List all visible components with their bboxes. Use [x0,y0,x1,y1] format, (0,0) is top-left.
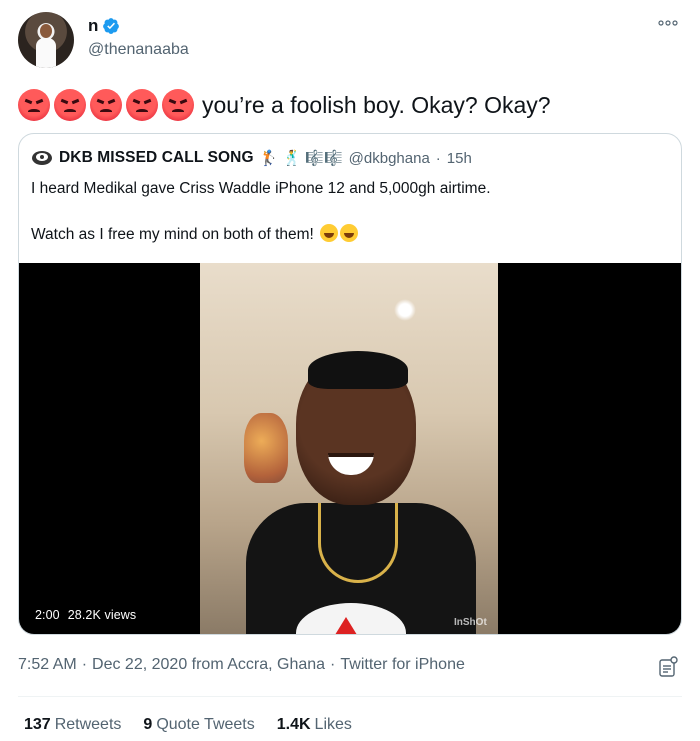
analytics-icon[interactable] [657,656,679,678]
meta-separator: · [330,656,336,673]
retweets-stat[interactable]: 137 Retweets [24,716,121,734]
author-name-row: n [88,16,120,36]
angry-face-icon [54,89,86,121]
quoted-display-name[interactable]: DKB MISSED CALL SONG [59,149,254,167]
gold-chain [318,503,398,583]
retweets-count: 137 [24,716,51,733]
quoted-tweet-card[interactable]: DKB MISSED CALL SONG 🏌 🕺 🎼🎼 @dkbghana · … [18,133,682,635]
quoted-avatar-icon[interactable] [31,149,53,167]
quoted-text-line2: Watch as I free my mind on both of them! [31,226,314,243]
quoted-tweet-header: DKB MISSED CALL SONG 🏌 🕺 🎼🎼 @dkbghana · … [31,149,472,167]
video-player[interactable]: InShOt 2:00 28.2K views [19,263,681,634]
quoted-tweet-body: I heard Medikal gave Criss Waddle iPhone… [31,178,671,270]
author-display-name[interactable]: n [88,16,98,36]
tweet-date-location[interactable]: Dec 22, 2020 from Accra, Ghana [92,656,325,674]
angry-face-icon [18,89,50,121]
angry-face-icon [90,89,122,121]
tweet-source[interactable]: Twitter for iPhone [340,656,465,674]
video-meta: 2:00 28.2K views [35,608,136,622]
likes-label: Likes [314,716,352,733]
quoted-text-line1: I heard Medikal gave Criss Waddle iPhone… [31,180,491,197]
quoted-separator: · [435,149,441,167]
video-duration: 2:00 [35,608,60,622]
angry-face-icon [126,89,158,121]
video-views: 28.2K views [67,608,137,622]
tweet-text: you’re a foolish boy. Okay? Okay? [202,91,551,118]
video-watermark: InShOt [454,617,487,628]
tweet-metadata: 7:52 AM · Dec 22, 2020 from Accra, Ghana… [18,656,465,674]
meta-separator: · [81,656,88,673]
angry-face-icon [162,89,194,121]
quoted-text-line2-wrap: Watch as I free my mind on both of them! [31,224,671,246]
more-options-icon[interactable] [658,18,678,28]
laughing-face-icon [340,224,359,242]
quote-tweets-count: 9 [143,716,153,733]
likes-stat[interactable]: 1.4K Likes [277,716,352,734]
wall-art [244,413,288,483]
ceiling-light [394,299,416,321]
verified-badge-icon [103,18,120,34]
likes-count: 1.4K [276,716,311,733]
retweets-label: Retweets [54,716,122,733]
tweet-body: you’re a foolish boy. Okay? Okay? [18,89,551,121]
engagement-stats: 137 Retweets 9 Quote Tweets 1.4K Likes [24,716,352,734]
laughing-face-icon [320,224,339,242]
video-thumbnail: InShOt [200,263,498,634]
quote-tweets-label: Quote Tweets [156,716,255,733]
tweet-time[interactable]: 7:52 AM [18,656,77,674]
avatar-dress [36,38,56,68]
person-hair [308,351,408,389]
quoted-name-decorations: 🏌 🕺 🎼🎼 [259,150,343,167]
divider [18,696,682,697]
avatar-face [40,24,52,38]
author-handle[interactable]: @thenanaaba [88,41,189,59]
quote-tweets-stat[interactable]: 9 Quote Tweets [143,716,254,734]
angry-emoji-row [18,89,194,121]
quoted-handle: @dkbghana [348,149,430,167]
author-avatar[interactable] [18,12,74,68]
quoted-time-ago[interactable]: 15h [447,150,472,167]
